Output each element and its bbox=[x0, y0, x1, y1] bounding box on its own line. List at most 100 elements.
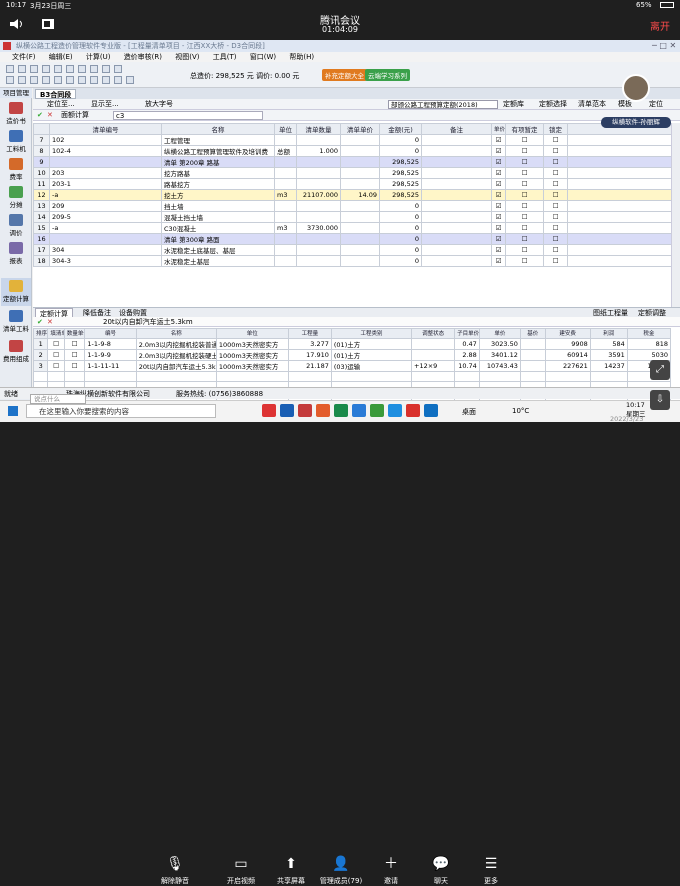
provisional-checkbox[interactable]: ☐ bbox=[505, 244, 544, 256]
provisional-checkbox[interactable]: ☐ bbox=[505, 145, 544, 157]
provisional-checkbox[interactable]: ☐ bbox=[505, 189, 544, 201]
menu-tools[interactable]: 工具(T) bbox=[213, 53, 237, 61]
cell-n[interactable]: 13 bbox=[33, 200, 50, 212]
analysis-checkbox[interactable]: ☑ bbox=[491, 211, 506, 223]
cell-amt[interactable]: 298,525 bbox=[379, 167, 422, 179]
analysis-checkbox[interactable]: ☑ bbox=[491, 156, 506, 168]
filter-icon[interactable] bbox=[90, 76, 98, 84]
cell-note[interactable] bbox=[421, 222, 492, 234]
col-header-code[interactable]: 清单编号 bbox=[49, 123, 162, 135]
cell-unit[interactable] bbox=[274, 167, 297, 179]
col-header-provisional[interactable]: 有项暂定 bbox=[505, 123, 544, 135]
cell-note[interactable] bbox=[421, 178, 492, 190]
cell-adj[interactable] bbox=[411, 348, 456, 361]
cell-name[interactable]: 清单 第300章 路面 bbox=[161, 233, 275, 245]
cell-amt[interactable]: 0 bbox=[379, 134, 422, 146]
nav-apportion[interactable]: 分摊 bbox=[1, 184, 31, 212]
settings-icon[interactable] bbox=[114, 76, 122, 84]
cell-amt[interactable]: 0 bbox=[379, 244, 422, 256]
cell-qty[interactable] bbox=[296, 233, 341, 245]
cell-name[interactable]: 工程管理 bbox=[161, 134, 275, 146]
cell-up[interactable]: 10743.43 bbox=[478, 359, 521, 372]
cell-unit[interactable]: m3 bbox=[274, 189, 297, 201]
cell-code[interactable]: 203-1 bbox=[49, 178, 162, 190]
cell-amt[interactable]: 0 bbox=[379, 222, 422, 234]
qty-checkbox[interactable]: ☐ bbox=[63, 337, 86, 350]
cell-n[interactable]: 14 bbox=[33, 211, 50, 223]
col2-header[interactable]: 填清单 bbox=[47, 328, 65, 339]
desc-confirm-icon[interactable]: ✔ bbox=[37, 317, 43, 327]
cell-note[interactable] bbox=[421, 134, 492, 146]
cell-name[interactable]: 2.0m3以内挖掘机挖装硬土 bbox=[135, 348, 217, 361]
analysis-checkbox[interactable]: ☑ bbox=[491, 167, 506, 179]
table-row[interactable]: 14 209-5 混凝土挡土墙 0 ☑ ☐ ☐ bbox=[33, 211, 672, 223]
cell-note[interactable] bbox=[421, 145, 492, 157]
cell-unit[interactable]: 总额 bbox=[274, 145, 297, 157]
menu-window[interactable]: 窗口(W) bbox=[250, 53, 276, 61]
down-icon[interactable] bbox=[66, 76, 74, 84]
presenter-avatar[interactable] bbox=[622, 74, 650, 102]
nav-labor-material[interactable]: 工料机 bbox=[1, 128, 31, 156]
provisional-checkbox[interactable]: ☐ bbox=[505, 255, 544, 267]
col2-header[interactable]: 单位 bbox=[215, 328, 289, 339]
cell-note[interactable] bbox=[421, 200, 492, 212]
provisional-checkbox[interactable]: ☐ bbox=[505, 134, 544, 146]
taskbar-search-input[interactable]: 在这里输入你要搜索的内容 bbox=[26, 404, 216, 418]
fill-checkbox[interactable]: ☐ bbox=[47, 348, 65, 361]
app-icon-8[interactable] bbox=[424, 404, 438, 417]
cell-note[interactable] bbox=[421, 189, 492, 201]
cell-name[interactable]: 水泥稳定土基层 bbox=[161, 255, 275, 267]
cell-price[interactable] bbox=[340, 178, 380, 190]
lock-checkbox[interactable]: ☐ bbox=[543, 233, 568, 245]
locate-to-button[interactable]: 定位至... bbox=[47, 99, 75, 110]
table-row[interactable]: 10 203 挖方路基 298,525 ☑ ☐ ☐ bbox=[33, 167, 672, 179]
col2-header[interactable]: 建安费 bbox=[544, 328, 591, 339]
insert-icon[interactable] bbox=[30, 76, 38, 84]
table-row[interactable]: 8 102-4 纵横公路工程预算管理软件及培训费 总额 1.000 0 ☑ ☐ ☐ bbox=[33, 145, 672, 157]
quota-select-button[interactable]: 定额选择 bbox=[539, 99, 567, 110]
list-template-button[interactable]: 清单范本 bbox=[578, 99, 606, 110]
cell-n[interactable]: 7 bbox=[33, 134, 50, 146]
provisional-checkbox[interactable]: ☐ bbox=[505, 211, 544, 223]
analysis-checkbox[interactable]: ☑ bbox=[491, 134, 506, 146]
nav-quota-calc[interactable]: 定额计算 bbox=[1, 278, 31, 306]
cell-code[interactable]: 1-1-11-11 bbox=[84, 359, 137, 372]
qty-checkbox[interactable]: ☐ bbox=[63, 348, 86, 361]
nav-fee-composition[interactable]: 费用组成 bbox=[1, 338, 31, 366]
cell-build[interactable]: 9908 bbox=[544, 337, 591, 350]
analysis-checkbox[interactable]: ☑ bbox=[491, 145, 506, 157]
menu-audit[interactable]: 造价审核(R) bbox=[124, 53, 162, 61]
menu-edit[interactable]: 编辑(E) bbox=[49, 53, 73, 61]
cell-qty[interactable] bbox=[296, 244, 341, 256]
quota-row[interactable]: 3 ☐ ☐ 1-1-11-11 20t以内自卸汽车运土5.3k 1000m3天然密实方 21… bbox=[32, 359, 672, 372]
cell-qty[interactable]: 3.277 bbox=[287, 337, 332, 350]
cell-qty[interactable] bbox=[296, 255, 341, 267]
up-icon[interactable] bbox=[54, 76, 62, 84]
windows-start-icon[interactable] bbox=[8, 406, 18, 416]
grid-scrollbar[interactable] bbox=[671, 123, 680, 313]
print-icon[interactable] bbox=[42, 65, 50, 73]
table-row[interactable]: 12 -a 挖土方 m3 21107.000 14.09 298,525 ☑ ☐ ☐ bbox=[33, 189, 672, 201]
cell-name[interactable]: 混凝土挡土墙 bbox=[161, 211, 275, 223]
lock-checkbox[interactable]: ☐ bbox=[543, 255, 568, 267]
cell-amt[interactable]: 298,525 bbox=[379, 156, 422, 168]
fill-checkbox[interactable]: ☐ bbox=[47, 359, 65, 372]
col2-header[interactable]: 利润 bbox=[589, 328, 628, 339]
col2-header[interactable]: 排序 bbox=[32, 328, 49, 339]
provisional-checkbox[interactable]: ☐ bbox=[505, 233, 544, 245]
cell-n[interactable]: 15 bbox=[33, 222, 50, 234]
cell-n[interactable]: 17 bbox=[33, 244, 50, 256]
col-header-qty[interactable]: 清单数量 bbox=[296, 123, 341, 135]
table-row[interactable]: 16 清单 第300章 路面 0 ☑ ☐ ☐ bbox=[33, 233, 672, 245]
manage-members-button[interactable]: 👤 管理成员(79) bbox=[316, 856, 366, 886]
nav-list-material[interactable]: 清单工料 bbox=[1, 308, 31, 336]
cancel-icon[interactable]: ✕ bbox=[47, 110, 53, 121]
lock-icon[interactable] bbox=[78, 76, 86, 84]
sort-icon[interactable] bbox=[102, 76, 110, 84]
analysis-checkbox[interactable]: ☑ bbox=[491, 222, 506, 234]
cell-note[interactable] bbox=[421, 233, 492, 245]
lock-checkbox[interactable]: ☐ bbox=[543, 211, 568, 223]
app-icon-6[interactable] bbox=[388, 404, 402, 417]
cell-code[interactable] bbox=[49, 156, 162, 168]
cell-unit[interactable]: 1000m3天然密实方 bbox=[215, 359, 289, 372]
